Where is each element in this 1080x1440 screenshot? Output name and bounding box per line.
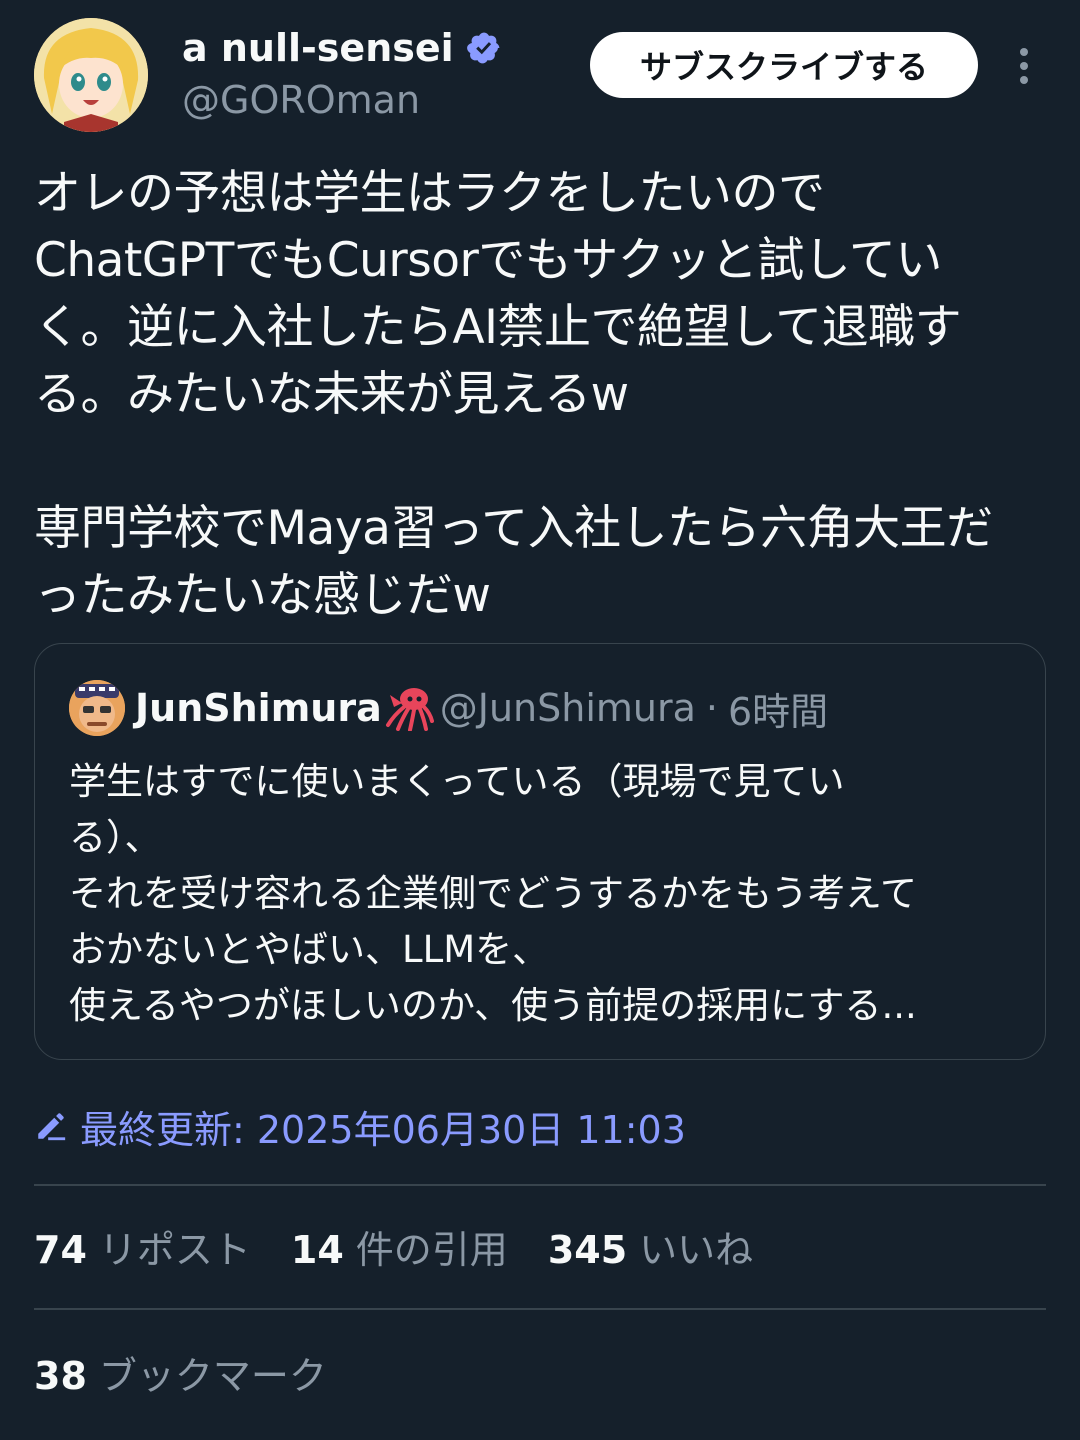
subscribe-button[interactable]: サブスクライブする	[590, 32, 978, 98]
tweet-detail: a null-sensei @GOROman サブスクライブする オレの予想は学…	[0, 0, 1080, 1440]
quote-header: JunShimura @JunShimura · 6時間	[135, 682, 828, 734]
quotes-count: 14	[290, 1228, 344, 1272]
verified-badge-icon	[466, 32, 500, 64]
author-display-name[interactable]: a null-sensei	[182, 24, 502, 72]
squid-icon	[385, 688, 434, 731]
quote-text: 学生はすでに使いまくっている（現場で見てい る）、 それを受け容れる企業側でどう…	[69, 760, 918, 1027]
bookmarks-label: ブックマーク	[98, 1354, 327, 1398]
author-avatar[interactable]	[34, 18, 148, 132]
more-vertical-icon[interactable]	[1006, 44, 1042, 88]
quote-display-name[interactable]: JunShimura	[135, 686, 382, 730]
more-dot	[1020, 48, 1028, 56]
more-dot	[1020, 76, 1028, 84]
bookmarks-stat[interactable]: 38 ブックマーク	[34, 1348, 327, 1404]
divider	[34, 1308, 1046, 1310]
quote-handle[interactable]: @JunShimura	[440, 686, 696, 730]
engagement-stats: 74 リポスト 14 件の引用 345 いいね	[34, 1222, 793, 1278]
more-dot	[1020, 62, 1028, 70]
reposts-label: リポスト	[98, 1228, 251, 1272]
likes-count: 345	[547, 1228, 628, 1272]
edited-label: 最終更新: 2025年06月30日 11:03	[80, 1107, 686, 1152]
quotes-stat[interactable]: 14 件の引用	[291, 1222, 508, 1278]
edit-history-link[interactable]: 最終更新: 2025年06月30日 11:03	[34, 1098, 686, 1154]
divider	[34, 1184, 1046, 1186]
anime-girl-avatar-icon	[34, 18, 148, 132]
tweet-text: オレの予想は学生はラクをしたいので ChatGPTでもCursorでもサクッと試…	[34, 166, 993, 623]
quotes-label: 件の引用	[355, 1228, 508, 1272]
bookmarks-count: 38	[34, 1354, 87, 1398]
cartoon-man-avatar-icon	[69, 680, 125, 736]
likes-stat[interactable]: 345 いいね	[548, 1222, 753, 1278]
pencil-icon	[38, 1113, 66, 1141]
reposts-count: 74	[34, 1228, 87, 1272]
quoted-tweet-card[interactable]: JunShimura @JunShimura · 6時間 学生はすでに使いまくっ…	[34, 643, 1046, 1060]
author-handle[interactable]: @GOROman	[182, 76, 420, 124]
quote-timestamp[interactable]: 6時間	[728, 681, 828, 736]
reposts-stat[interactable]: 74 リポスト	[34, 1222, 251, 1278]
display-name-text: a null-sensei	[182, 26, 454, 70]
quote-separator: ·	[705, 686, 718, 730]
quote-author-avatar[interactable]	[69, 680, 125, 736]
likes-label: いいね	[639, 1228, 754, 1272]
